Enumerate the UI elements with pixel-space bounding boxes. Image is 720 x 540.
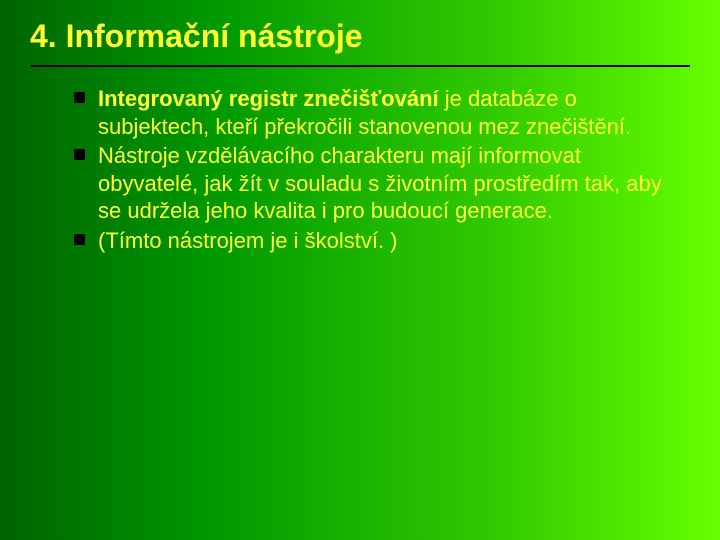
bullet-lead: Integrovaný registr znečišťování (98, 86, 439, 111)
bullet-text: Nástroje vzdělávacího charakteru mají in… (98, 143, 662, 223)
list-item: Nástroje vzdělávacího charakteru mají in… (70, 142, 680, 225)
bullet-text: (Tímto nástrojem je i školství. ) (98, 228, 398, 253)
slide-content: Integrovaný registr znečišťování je data… (70, 85, 680, 256)
slide: 4. Informační nástroje Integrovaný regis… (0, 0, 720, 540)
list-item: Integrovaný registr znečišťování je data… (70, 85, 680, 140)
slide-title: 4. Informační nástroje (30, 18, 690, 67)
list-item: (Tímto nástrojem je i školství. ) (70, 227, 680, 255)
bullet-list: Integrovaný registr znečišťování je data… (70, 85, 680, 254)
